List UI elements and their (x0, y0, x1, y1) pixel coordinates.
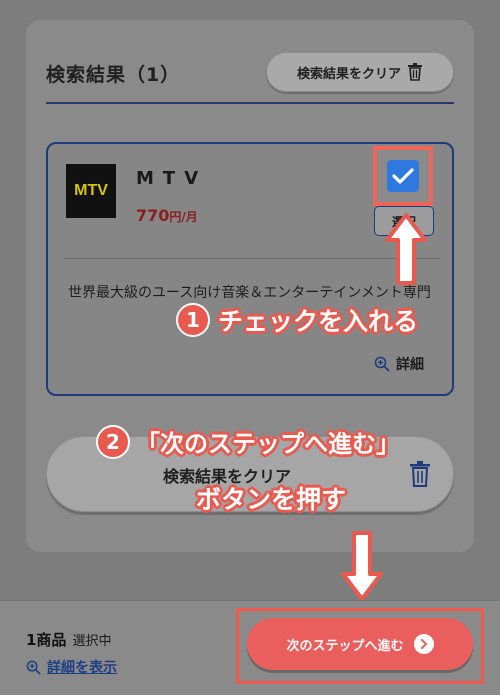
up-arrow-icon (385, 213, 427, 285)
channel-name: MTV (136, 168, 208, 189)
show-detail-link[interactable]: 詳細を表示 (26, 657, 117, 677)
selected-count: 1商品 選択中 (26, 631, 112, 649)
step1-number: 1 (176, 303, 210, 337)
mtv-logo: MTV (66, 164, 116, 218)
annotation-step1: 1 チェックを入れる (176, 302, 418, 338)
channel-checkbox[interactable] (387, 160, 419, 192)
step2-number: 2 (96, 424, 130, 459)
channel-price: 770円/月 (136, 206, 198, 225)
zoom-in-icon (374, 356, 390, 372)
zoom-in-icon (26, 660, 41, 675)
divider (46, 102, 454, 104)
chevron-right-icon (413, 634, 434, 654)
trash-icon (408, 63, 422, 81)
clear-results-button-top[interactable]: 検索結果をクリア (266, 52, 454, 92)
annotation-step2-line2: ボタンを押す (196, 485, 347, 514)
detail-link[interactable]: 詳細 (374, 354, 424, 374)
clear-results-label: 検索結果をクリア (296, 66, 401, 82)
results-title: 検索結果（1） (46, 64, 181, 86)
checkbox-highlight (373, 146, 433, 206)
trash-icon (410, 461, 430, 487)
next-step-button[interactable]: 次のステップへ進む (247, 618, 473, 670)
check-icon (392, 168, 414, 184)
down-arrow-icon (341, 531, 383, 601)
annotation-step2: 2 「次のステップへ進む」 (96, 424, 400, 459)
